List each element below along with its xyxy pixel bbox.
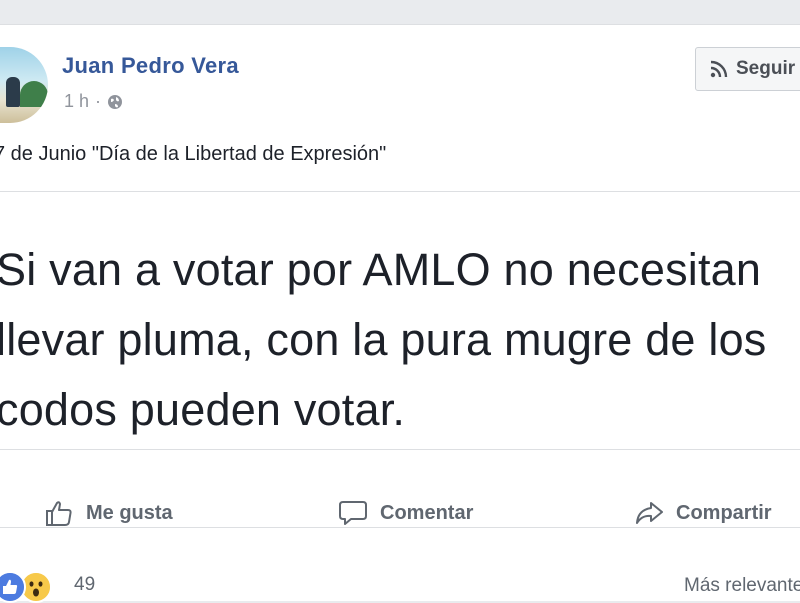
globe-icon[interactable] xyxy=(107,94,123,110)
thumbs-up-icon xyxy=(46,501,72,526)
author-avatar[interactable] xyxy=(0,47,48,123)
like-button-label: Me gusta xyxy=(86,501,173,524)
avatar-person xyxy=(6,77,20,107)
follow-button[interactable]: Seguir xyxy=(695,47,800,91)
share-button-label: Compartir xyxy=(676,501,772,524)
reactions-summary[interactable]: 49 Más relevantes xyxy=(0,569,800,603)
share-arrow-icon xyxy=(636,502,663,524)
post-body: Si van a votar por AMLO no necesitan lle… xyxy=(0,235,800,445)
comment-button-label: Comentar xyxy=(380,501,474,524)
post-body-line: codos pueden votar. xyxy=(0,384,406,435)
like-reaction-icon xyxy=(0,571,26,603)
reaction-icons xyxy=(0,571,52,603)
caption-divider xyxy=(0,191,800,192)
post-card: Juan Pedro Vera 1 h · Seguir 7 de Junio … xyxy=(0,24,800,603)
post-meta: 1 h · xyxy=(64,91,123,112)
actions-divider xyxy=(0,527,800,528)
comment-icon xyxy=(339,501,367,525)
comment-button[interactable]: Comentar xyxy=(338,491,473,535)
like-button[interactable]: Me gusta xyxy=(44,491,173,535)
body-divider xyxy=(0,449,800,450)
post-body-line: llevar pluma, con la pura mugre de los xyxy=(0,314,767,365)
meta-separator: · xyxy=(95,91,102,111)
avatar-background xyxy=(20,81,48,107)
author-name-link[interactable]: Juan Pedro Vera xyxy=(62,53,239,79)
post-caption: 7 de Junio "Día de la Libertad de Expres… xyxy=(0,143,387,165)
post-body-line: Si van a votar por AMLO no necesitan xyxy=(0,244,762,295)
share-button[interactable]: Compartir xyxy=(634,491,772,535)
rss-icon xyxy=(710,60,728,78)
follow-button-label: Seguir xyxy=(736,58,796,79)
comment-sort-dropdown[interactable]: Más relevantes xyxy=(684,575,800,597)
post-timestamp[interactable]: 1 h xyxy=(64,91,89,112)
action-bar: Me gusta Comentar Compartir xyxy=(0,491,800,535)
reaction-count[interactable]: 49 xyxy=(74,574,95,596)
